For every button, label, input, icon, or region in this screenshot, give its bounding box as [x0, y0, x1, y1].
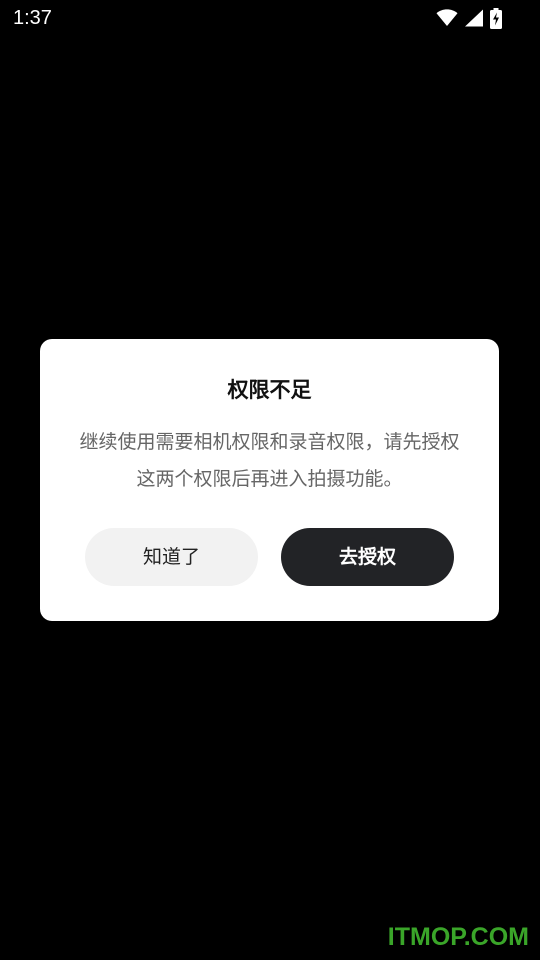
- dialog-message: 继续使用需要相机权限和录音权限，请先授权这两个权限后再进入拍摄功能。: [79, 431, 460, 490]
- wifi-icon: [436, 9, 458, 27]
- battery-charging-icon: [490, 7, 502, 29]
- status-time: 1:37: [13, 7, 52, 29]
- status-icons: [436, 7, 502, 29]
- dismiss-button[interactable]: 知道了: [85, 528, 258, 586]
- status-bar: 1:37: [0, 0, 540, 36]
- cellular-signal-icon: [464, 9, 484, 27]
- dialog-title: 权限不足: [227, 378, 312, 402]
- authorize-button[interactable]: 去授权: [281, 528, 454, 586]
- watermark-logo: ITMOP.COM: [387, 923, 529, 951]
- permission-dialog: 权限不足 继续使用需要相机权限和录音权限，请先授权这两个权限后再进入拍摄功能。 …: [40, 339, 499, 621]
